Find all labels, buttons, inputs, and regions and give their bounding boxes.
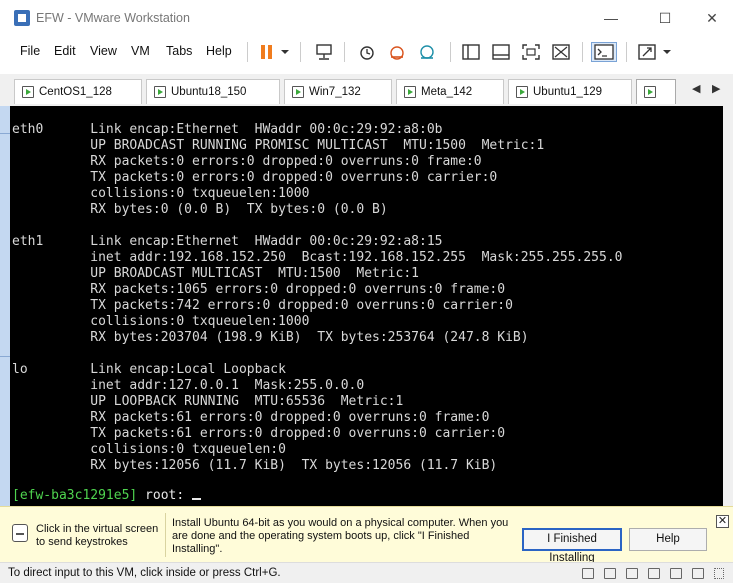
install-message: Install Ubuntu 64-bit as you would on a … xyxy=(172,517,509,555)
tab-label: Ubuntu18_150 xyxy=(171,86,247,98)
vmware-app-icon xyxy=(14,10,30,26)
display-icon[interactable] xyxy=(692,568,704,579)
menu-bar: File Edit View VM Tabs Help xyxy=(0,36,733,68)
dropdown-icon[interactable] xyxy=(278,42,292,62)
snapshot-icon[interactable] xyxy=(356,42,378,62)
revert-snapshot-icon[interactable] xyxy=(386,42,408,62)
close-button[interactable]: ✕ xyxy=(697,8,727,28)
notification-close-icon[interactable]: ✕ xyxy=(716,515,729,528)
install-notification-bar: Click in the virtual screen to send keys… xyxy=(0,506,733,564)
toolbar-separator xyxy=(344,42,345,62)
prompt-hostname: [efw-ba3c1291e5] xyxy=(12,488,138,503)
tab-scroll-right-icon[interactable]: ▶ xyxy=(712,82,720,95)
vm-running-icon xyxy=(516,86,528,98)
fullscreen-icon[interactable] xyxy=(520,42,542,62)
tab-label: CentOS1_128 xyxy=(39,86,112,98)
status-text: To direct input to this VM, click inside… xyxy=(8,567,281,579)
vm-running-icon xyxy=(404,86,416,98)
console-right-edge xyxy=(723,106,733,506)
tab-efw-active[interactable] xyxy=(636,79,676,104)
dropdown-icon[interactable] xyxy=(660,42,674,62)
sidebar-icon[interactable] xyxy=(460,42,482,62)
text-cursor xyxy=(192,498,202,500)
pause-icon[interactable] xyxy=(256,42,278,62)
tab-ubuntu1-129[interactable]: Ubuntu1_129 xyxy=(508,79,632,104)
notification-divider xyxy=(165,513,166,557)
click-hint-text: Click in the virtual screen to send keys… xyxy=(36,523,159,548)
tab-label: Ubuntu1_129 xyxy=(533,86,603,98)
send-keys-icon[interactable] xyxy=(313,42,335,62)
cd-drive-icon[interactable] xyxy=(604,568,616,579)
menu-tabs[interactable]: Tabs xyxy=(166,44,192,58)
network-adapter-icon[interactable] xyxy=(626,568,638,579)
library-strip xyxy=(0,106,10,506)
console-icon[interactable] xyxy=(591,42,617,62)
vm-running-icon xyxy=(292,86,304,98)
tab-meta-142[interactable]: Meta_142 xyxy=(396,79,504,104)
tab-ubuntu18-150[interactable]: Ubuntu18_150 xyxy=(146,79,280,104)
tab-label: Win7_132 xyxy=(309,86,361,98)
status-bar: To direct input to this VM, click inside… xyxy=(0,562,733,583)
tab-label: Meta_142 xyxy=(421,86,473,98)
toolbar-separator xyxy=(450,42,451,62)
menu-view[interactable]: View xyxy=(90,44,117,58)
vm-running-icon xyxy=(644,86,656,98)
toolbar-separator xyxy=(582,42,583,62)
click-screen-icon xyxy=(12,524,28,542)
menu-help[interactable]: Help xyxy=(206,44,232,58)
tab-win7-132[interactable]: Win7_132 xyxy=(284,79,392,104)
minimize-button[interactable]: — xyxy=(596,8,626,28)
resize-grip-icon[interactable] xyxy=(714,568,724,579)
menu-edit[interactable]: Edit xyxy=(54,44,76,58)
vm-running-icon xyxy=(154,86,166,98)
strip-divider xyxy=(0,133,10,134)
stretch-icon[interactable] xyxy=(636,42,658,62)
unity-icon[interactable] xyxy=(550,42,572,62)
tab-bar: CentOS1_128 Ubuntu18_150 Win7_132 Meta_1… xyxy=(0,74,733,106)
tab-centos1-128[interactable]: CentOS1_128 xyxy=(14,79,142,104)
window-title: EFW - VMware Workstation xyxy=(36,11,190,25)
vm-running-icon xyxy=(22,86,34,98)
maximize-button[interactable]: ☐ xyxy=(650,8,680,28)
tab-scroll-left-icon[interactable]: ◀ xyxy=(692,82,700,95)
finished-installing-button[interactable]: I Finished Installing xyxy=(522,528,622,564)
toolbar-separator xyxy=(300,42,301,62)
strip-divider xyxy=(0,356,10,357)
vm-console-screen[interactable]: eth0 Link encap:Ethernet HWaddr 00:0c:29… xyxy=(10,106,723,506)
thumbnail-icon[interactable] xyxy=(490,42,512,62)
sound-card-icon[interactable] xyxy=(670,568,682,579)
toolbar-separator xyxy=(247,42,248,62)
title-bar: EFW - VMware Workstation — ☐ ✕ xyxy=(0,0,733,36)
console-output: eth0 Link encap:Ethernet HWaddr 00:0c:29… xyxy=(12,122,623,473)
hard-disk-icon[interactable] xyxy=(582,568,594,579)
menu-vm[interactable]: VM xyxy=(131,44,150,58)
usb-device-icon[interactable] xyxy=(648,568,660,579)
menu-file[interactable]: File xyxy=(20,44,40,58)
help-button[interactable]: Help xyxy=(629,528,707,551)
shell-prompt: [efw-ba3c1291e5] root: xyxy=(12,488,202,504)
prompt-user: root: xyxy=(137,488,193,503)
snapshot-manager-icon[interactable] xyxy=(416,42,438,62)
toolbar-separator xyxy=(626,42,627,62)
